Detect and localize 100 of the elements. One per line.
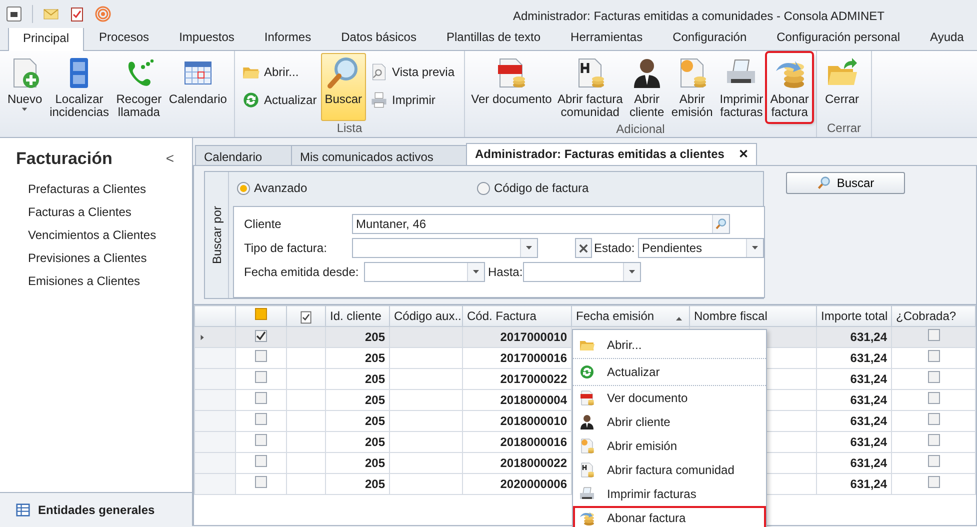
clear-button[interactable] [575, 238, 592, 258]
column-header[interactable]: Cód. Factura [462, 306, 572, 326]
ribbon-tab[interactable]: Datos básicos [326, 24, 432, 50]
ribbon-tab[interactable]: Configuración personal [762, 24, 916, 50]
radio-button[interactable] [237, 182, 250, 194]
radio-button[interactable] [477, 182, 490, 194]
ribbon-tab[interactable]: Configuración [658, 24, 762, 50]
checkbox[interactable] [928, 455, 940, 467]
document-tab[interactable]: Mis comunicados activos [291, 145, 467, 165]
certificate-document-icon [579, 438, 595, 454]
dropdown-button[interactable] [520, 239, 537, 257]
client-field[interactable]: Muntaner, 46 [352, 214, 730, 234]
status-field[interactable]: Pendientes [638, 238, 764, 258]
document-tab[interactable]: Administrador: Facturas emitidas a clientes ✕ [466, 143, 758, 165]
ribbon-button[interactable]: Vista previa [367, 61, 458, 83]
date-field[interactable] [364, 262, 485, 282]
checkbox[interactable] [928, 371, 940, 383]
combo-field[interactable] [352, 238, 538, 258]
ribbon-button[interactable]: Ver documento [469, 53, 554, 109]
sidebar-item[interactable]: Previsiones a Clientes [0, 246, 192, 270]
sidebar-item[interactable]: Vencimientos a Clientes [0, 224, 192, 246]
ribbon-button[interactable]: Recoger llamada [112, 53, 165, 122]
document-tab[interactable]: Calendario [195, 145, 292, 165]
table-cell: 205 [326, 390, 390, 410]
checkbox[interactable] [255, 392, 267, 404]
ribbon-button[interactable]: Abrir cliente [626, 53, 668, 122]
menu-item[interactable]: Abonar factura [573, 506, 766, 527]
ribbon-button[interactable]: Calendario [166, 53, 230, 109]
ribbon-button[interactable]: Abonar factura [767, 53, 812, 122]
check-icon [256, 331, 266, 341]
coins-arrow-icon [579, 510, 595, 526]
checkbox[interactable] [255, 350, 267, 362]
ribbon-button[interactable]: Cerrar [821, 53, 864, 109]
ribbon-tab[interactable]: Procesos [84, 24, 164, 50]
table-cell: 631,24 [816, 474, 892, 494]
caret-icon [751, 244, 759, 252]
window-menu-icon [6, 6, 22, 22]
sidebar-item[interactable]: Prefacturas a Clientes [0, 178, 192, 200]
sidebar-item[interactable]: Facturas a Clientes [0, 200, 192, 224]
dropdown-button[interactable] [623, 263, 640, 281]
field-label: Cliente [244, 216, 282, 233]
menu-item[interactable]: Abrir factura comunidad [573, 458, 766, 482]
radio-option[interactable]: Avanzado [237, 179, 477, 197]
checkbox[interactable] [255, 434, 267, 446]
collapse-button[interactable]: < [166, 148, 192, 170]
checkbox[interactable] [255, 455, 267, 467]
table-cell: 2018000004 [462, 390, 572, 410]
ribbon-button[interactable]: Abrir factura comunidad [554, 53, 626, 122]
search-button[interactable]: Buscar [786, 172, 905, 194]
select-all-checkbox[interactable] [255, 308, 267, 320]
checkbox[interactable] [928, 434, 940, 446]
date-field[interactable] [523, 262, 641, 282]
menu-item[interactable]: Abrir cliente [573, 410, 766, 434]
dropdown-button[interactable] [467, 263, 484, 281]
radio-option[interactable]: Código de factura [477, 179, 589, 197]
checkbox[interactable] [928, 392, 940, 404]
ribbon-button[interactable]: Imprimir facturas [716, 53, 766, 122]
checkbox[interactable] [928, 350, 940, 362]
close-button[interactable]: ✕ [738, 145, 748, 163]
printer-icon [579, 486, 595, 502]
envelope-icon [43, 6, 59, 22]
ribbon-tab[interactable]: Impuestos [164, 24, 250, 50]
ribbon-button[interactable]: Localizar incidencias [46, 53, 112, 122]
ribbon-button[interactable]: Nuevo [4, 53, 46, 120]
ribbon-button[interactable]: Actualizar [239, 89, 320, 111]
sidebar-item[interactable]: Emisiones a Clientes [0, 270, 192, 292]
checkbox[interactable] [255, 330, 267, 342]
column-header[interactable]: Id. cliente [326, 306, 390, 326]
column-header[interactable]: Fecha emisión [572, 306, 690, 326]
ribbon-button[interactable]: Imprimir [367, 89, 458, 111]
column-header[interactable]: ¿Cobrada? [892, 306, 976, 326]
search-icon[interactable] [712, 215, 729, 233]
ribbon-tab[interactable]: Informes [249, 24, 326, 50]
table-cell: 631,24 [816, 348, 892, 368]
ribbon-button[interactable]: Buscar [320, 53, 366, 121]
ribbon-button[interactable]: Abrir emisión [668, 53, 716, 122]
ribbon-tab[interactable]: Herramientas [556, 24, 658, 50]
refresh-icon [579, 364, 595, 380]
ribbon-tab[interactable]: Ayuda [915, 24, 977, 50]
sidebar-footer-button[interactable]: Entidades generales [0, 492, 192, 526]
dropdown-button[interactable] [746, 239, 763, 257]
window-title: Administrador: Facturas emitidas a comunidades - Consola ADMINET [513, 8, 884, 25]
column-header[interactable]: Código aux... [390, 306, 462, 326]
checkbox[interactable] [928, 476, 940, 488]
caret-icon [628, 268, 636, 276]
table-cell: 2017000016 [462, 348, 572, 368]
checkbox[interactable] [928, 413, 940, 425]
checkbox[interactable] [255, 371, 267, 383]
ribbon-button[interactable]: Abrir... [239, 61, 320, 83]
menu-item[interactable]: Abrir... [573, 332, 766, 359]
column-header[interactable]: Importe total [816, 306, 892, 326]
checkbox[interactable] [928, 329, 940, 341]
column-header[interactable]: Nombre fiscal [690, 306, 816, 326]
menu-item[interactable]: Imprimir facturas [573, 482, 766, 506]
table-cell: 205 [326, 348, 390, 368]
ribbon-tab[interactable]: Plantillas de texto [431, 24, 556, 50]
checkbox[interactable] [255, 413, 267, 425]
checkbox[interactable] [255, 476, 267, 488]
refresh-icon [242, 91, 260, 109]
menu-item[interactable]: Actualizar [573, 359, 766, 386]
